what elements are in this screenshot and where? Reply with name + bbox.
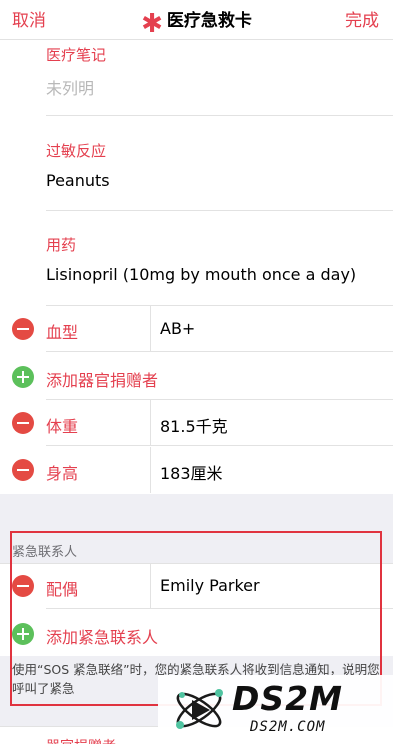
height-value[interactable]: 183厘米: [160, 460, 223, 484]
column-divider: [150, 306, 151, 352]
watermark: DS2M DS2M.COM: [158, 675, 393, 744]
watermark-brand: DS2M: [232, 679, 343, 718]
medical-star-icon: ✱: [141, 9, 163, 39]
height-label: 身高: [46, 464, 79, 483]
remove-height-icon[interactable]: [12, 459, 34, 481]
blood-type-value[interactable]: AB+: [160, 319, 195, 338]
medical-notes-label: 医疗笔记: [46, 46, 107, 64]
divider: [46, 351, 393, 352]
page-title: ✱ 医疗急救卡: [0, 6, 393, 37]
add-emergency-contact-label[interactable]: 添加紧急联系人: [46, 624, 158, 648]
emergency-contacts-header: 紧急联系人: [12, 545, 78, 560]
medications-field[interactable]: 用药 Lisinopril (10mg by mouth once a day): [46, 234, 393, 284]
blood-type-label: 血型: [46, 323, 79, 342]
emergency-contact-name[interactable]: Emily Parker: [160, 576, 260, 595]
divider: [46, 210, 393, 211]
column-divider: [150, 400, 151, 446]
emergency-contact-relation[interactable]: 配偶: [46, 576, 78, 600]
column-divider: [150, 447, 151, 493]
divider: [46, 115, 393, 116]
remove-weight-icon[interactable]: [12, 412, 34, 434]
column-divider: [150, 563, 151, 609]
remove-blood-type-icon[interactable]: [12, 318, 34, 340]
medical-notes-value: 未列明: [46, 79, 95, 98]
atom-logo-icon: [176, 689, 223, 729]
medications-label: 用药: [46, 236, 77, 254]
allergies-field[interactable]: 过敏反应 Peanuts: [46, 140, 393, 190]
remove-emergency-contact-icon[interactable]: [12, 575, 34, 597]
divider: [46, 608, 393, 609]
next-section-label: 器官捐赠者: [46, 736, 116, 744]
height-row: 身高 183厘米: [0, 447, 393, 493]
add-organ-donor-icon[interactable]: [12, 366, 34, 388]
navigation-bar: 取消 ✱ 医疗急救卡 完成: [0, 0, 393, 40]
add-emergency-contact-row[interactable]: 添加紧急联系人: [0, 611, 393, 657]
weight-row: 体重 81.5千克: [0, 400, 393, 446]
weight-label: 体重: [46, 417, 79, 436]
add-emergency-contact-icon[interactable]: [12, 623, 34, 645]
done-button[interactable]: 完成: [345, 6, 379, 31]
allergies-value: Peanuts: [46, 171, 110, 190]
medications-value: Lisinopril (10mg by mouth once a day): [46, 265, 357, 284]
medical-notes-field[interactable]: 医疗笔记 未列明: [46, 44, 393, 99]
weight-value[interactable]: 81.5千克: [160, 413, 228, 437]
watermark-url: DS2M.COM: [250, 719, 326, 735]
page-title-text: 医疗急救卡: [166, 11, 252, 31]
blood-type-row: 血型 AB+: [0, 306, 393, 352]
add-organ-donor-label[interactable]: 添加器官捐赠者: [46, 367, 158, 391]
divider: [46, 445, 393, 446]
add-organ-donor-row[interactable]: 添加器官捐赠者: [0, 354, 393, 400]
allergies-label: 过敏反应: [46, 142, 107, 160]
emergency-contact-row: 配偶 Emily Parker: [0, 563, 393, 609]
